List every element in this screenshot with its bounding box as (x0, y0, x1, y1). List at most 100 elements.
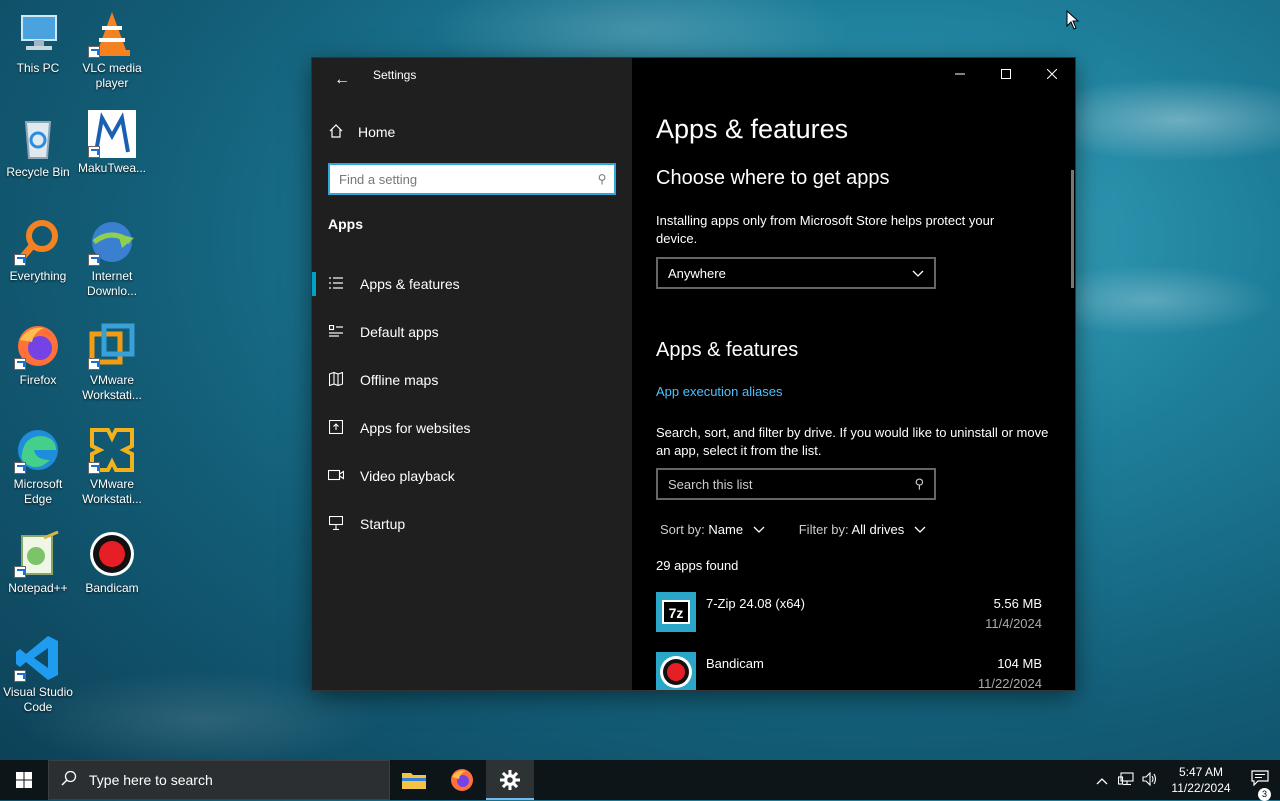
desktop-icon-makutweaker[interactable]: MakuTwea... (74, 110, 150, 176)
desktop-icon-vscode[interactable]: Visual Studio Code (0, 634, 76, 715)
taskbar-file-explorer[interactable] (390, 760, 438, 800)
window-title: Settings (373, 68, 417, 82)
list-item[interactable]: 7z 7-Zip 24.08 (x64) 5.56 MB 11/4/2024 (656, 592, 1042, 640)
close-button[interactable] (1029, 58, 1075, 90)
network-icon[interactable] (1114, 771, 1138, 789)
search-icon: ⚲ (597, 172, 607, 186)
desktop-icon-label: VMware Workstati... (82, 477, 142, 506)
folder-icon (402, 773, 426, 789)
notepad-plus-plus-icon (14, 530, 62, 578)
notification-center-button[interactable]: 3 (1240, 770, 1280, 801)
chevron-up-icon[interactable] (1090, 773, 1114, 788)
nav-item-offline-maps[interactable]: Offline maps (312, 356, 632, 404)
seven-zip-icon: 7z (656, 592, 696, 632)
desktop-icon-label: VMware Workstati... (82, 373, 142, 402)
nav-home-label: Home (358, 124, 396, 140)
nav-item-startup[interactable]: Startup (312, 500, 632, 548)
app-size: 104 MB (997, 656, 1042, 671)
app-date: 11/4/2024 (985, 616, 1042, 631)
search-icon (49, 770, 89, 790)
firefox-icon (451, 769, 473, 791)
taskbar-search-box[interactable]: Type here to search (48, 760, 390, 800)
nav-item-label: Apps & features (360, 276, 460, 292)
start-button[interactable] (0, 760, 48, 800)
section-label: Apps (328, 216, 363, 232)
desktop-icon-vlc[interactable]: VLC media player (74, 10, 150, 91)
nav-item-video-playback[interactable]: Video playback (312, 452, 632, 500)
maximize-button[interactable] (983, 58, 1029, 90)
nav-item-apps-features[interactable]: Apps & features (312, 260, 632, 308)
window-controls (937, 58, 1075, 90)
vmware-player-icon (88, 426, 136, 474)
nav-item-default-apps[interactable]: Default apps (312, 308, 632, 356)
desktop-icon-vmware-1[interactable]: VMware Workstati... (74, 322, 150, 403)
desktop-icon-edge[interactable]: Microsoft Edge (0, 426, 76, 507)
page-title: Apps & features (656, 114, 849, 144)
shortcut-arrow-icon (88, 146, 100, 158)
search-description: Search, sort, and filter by drive. If yo… (656, 425, 1049, 458)
everything-search-icon (14, 218, 62, 266)
desktop-icon-label: Firefox (19, 373, 57, 387)
nav-list: Apps & features Default apps Offline map… (312, 260, 632, 548)
desktop-icon-notepadpp[interactable]: Notepad++ (0, 530, 76, 596)
settings-window: ← Settings Home ⚲ Apps Apps & features (312, 58, 1075, 690)
this-pc-icon (14, 10, 62, 58)
desktop-icon-firefox[interactable]: Firefox (0, 322, 76, 388)
shortcut-arrow-icon (14, 358, 26, 370)
taskbar-clock[interactable]: 5:47 AM 11/22/2024 (1162, 764, 1240, 796)
taskbar-search-placeholder: Type here to search (89, 772, 213, 788)
choose-apps-description: Installing apps only from Microsoft Stor… (656, 213, 995, 246)
app-execution-aliases-link[interactable]: App execution aliases (656, 384, 1051, 399)
find-setting-box[interactable]: ⚲ (328, 163, 616, 195)
gear-icon (500, 770, 520, 790)
shortcut-arrow-icon (14, 254, 26, 266)
choose-apps-heading: Choose where to get apps (656, 167, 890, 189)
search-icon: ⚲ (914, 476, 924, 491)
shortcut-arrow-icon (14, 670, 26, 682)
taskbar-settings[interactable] (486, 760, 534, 800)
bandicam-icon (656, 652, 696, 690)
desktop-icon-label: Visual Studio Code (3, 685, 73, 714)
desktop-icon-vmware-2[interactable]: VMware Workstati... (74, 426, 150, 507)
visual-studio-code-icon (14, 634, 62, 682)
shortcut-arrow-icon (88, 254, 100, 266)
video-icon (327, 469, 345, 484)
sort-by-dropdown[interactable]: Sort by: Name (660, 522, 765, 537)
list-icon (328, 276, 344, 292)
scrollbar[interactable] (1071, 170, 1074, 288)
desktop-icon-everything[interactable]: Everything (0, 218, 76, 284)
nav-item-label: Apps for websites (360, 420, 471, 436)
search-list-input[interactable]: Search this list ⚲ (656, 468, 936, 500)
website-icon (328, 419, 344, 437)
internet-download-manager-icon (88, 218, 136, 266)
app-name: Bandicam (706, 656, 764, 671)
minimize-button[interactable] (937, 58, 983, 90)
home-icon (328, 123, 344, 141)
app-source-value: Anywhere (668, 265, 726, 281)
taskbar-firefox[interactable] (438, 760, 486, 800)
desktop-icon-idm[interactable]: Internet Downlo... (74, 218, 150, 299)
vlc-cone-icon (88, 10, 136, 58)
desktop-icon-recycle-bin[interactable]: Recycle Bin (0, 114, 76, 180)
shortcut-arrow-icon (14, 566, 26, 578)
bandicam-record-icon (88, 530, 136, 578)
volume-icon[interactable] (1138, 771, 1162, 789)
find-setting-input[interactable] (330, 170, 590, 188)
desktop-icon-label: VLC media player (82, 61, 142, 90)
filter-by-dropdown[interactable]: Filter by: All drives (799, 522, 926, 537)
desktop-icon-bandicam[interactable]: Bandicam (74, 530, 150, 596)
nav-item-label: Video playback (360, 468, 455, 484)
list-item[interactable]: Bandicam 104 MB 11/22/2024 (656, 652, 1042, 690)
desktop-icon-label: Internet Downlo... (86, 269, 138, 298)
clock-date: 11/22/2024 (1171, 781, 1231, 795)
desktop-icon-this-pc[interactable]: This PC (0, 10, 76, 76)
startup-icon (328, 515, 344, 533)
back-arrow-icon[interactable]: ← (328, 66, 356, 94)
app-source-dropdown[interactable]: Anywhere (656, 257, 936, 289)
sort-filter-row: Sort by: Name Filter by: All drives (660, 522, 926, 537)
nav-item-label: Default apps (360, 324, 439, 340)
desktop-icon-label: This PC (16, 61, 60, 75)
nav-home[interactable]: Home (328, 120, 395, 144)
nav-item-apps-for-websites[interactable]: Apps for websites (312, 404, 632, 452)
sort-label: Sort by: (660, 522, 705, 537)
